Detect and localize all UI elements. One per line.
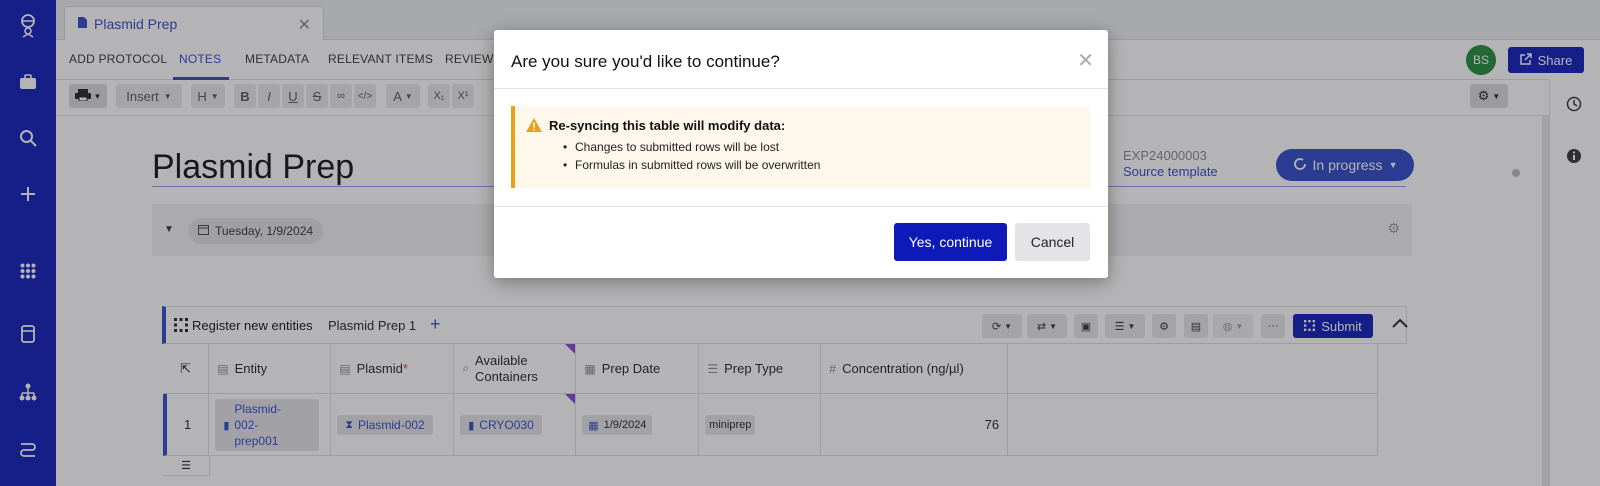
divider — [494, 206, 1108, 207]
warning-callout: Re-syncing this table will modify data: … — [511, 106, 1090, 188]
close-icon[interactable]: ✕ — [1077, 48, 1094, 73]
warning-icon — [525, 117, 543, 138]
warning-item: Changes to submitted rows will be lost — [563, 138, 820, 156]
dialog-title: Are you sure you'd like to continue? — [511, 52, 780, 71]
confirm-button[interactable]: Yes, continue — [894, 223, 1007, 261]
cancel-button[interactable]: Cancel — [1015, 223, 1090, 261]
confirm-dialog: Are you sure you'd like to continue? ✕ R… — [494, 30, 1108, 278]
divider — [494, 88, 1108, 89]
warning-title: Re-syncing this table will modify data: — [549, 118, 786, 133]
warning-list: Changes to submitted rows will be lost F… — [563, 138, 820, 174]
warning-item: Formulas in submitted rows will be overw… — [563, 156, 820, 174]
